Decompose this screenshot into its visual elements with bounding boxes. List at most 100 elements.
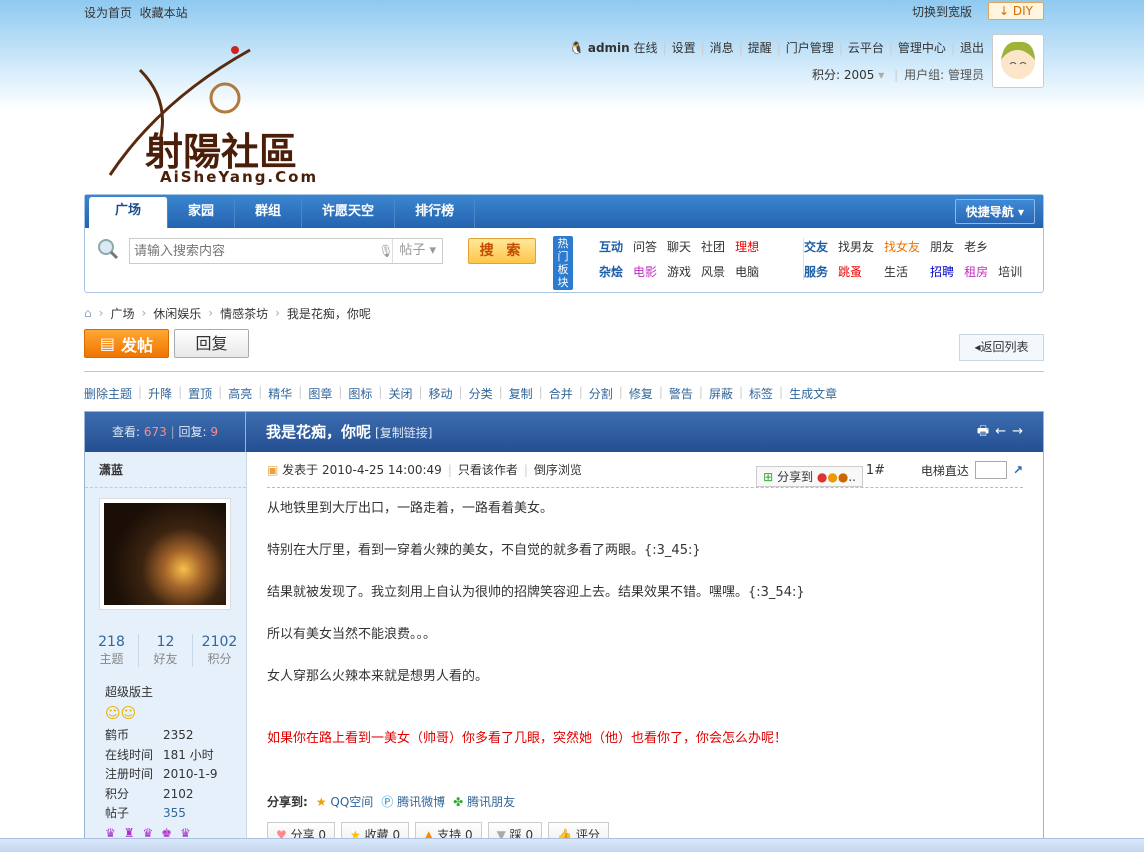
- breadcrumb-item[interactable]: 情感茶坊: [220, 305, 268, 322]
- author-group: 超级版主: [105, 685, 154, 699]
- board-link[interactable]: 风景: [701, 263, 725, 280]
- search-button[interactable]: 搜 索: [468, 238, 536, 264]
- prev-arrow-icon[interactable]: ←: [995, 424, 1012, 439]
- share-dropdown[interactable]: ⊞ 分享到 ●●●..: [756, 466, 863, 487]
- mod-tool-link[interactable]: 升降: [148, 385, 172, 402]
- tab-wishes[interactable]: 许愿天空: [302, 198, 396, 228]
- separator: |: [738, 385, 743, 399]
- search-type-select[interactable]: 帖子 ▾: [392, 239, 442, 263]
- mod-tool-link[interactable]: 分类: [469, 385, 493, 402]
- mod-tool-link[interactable]: 高亮: [228, 385, 252, 402]
- board-link[interactable]: 老乡: [964, 238, 988, 255]
- back-to-list-button[interactable]: ◂返回列表: [959, 334, 1044, 361]
- mod-tool-link[interactable]: 图标: [348, 385, 372, 402]
- stat-threads[interactable]: 218 主题: [85, 634, 139, 667]
- mod-tool-link[interactable]: 精华: [268, 385, 292, 402]
- reply-button[interactable]: 回复: [174, 329, 249, 358]
- points-dropdown[interactable]: 积分: 2005: [812, 68, 874, 82]
- tencent-weibo-link[interactable]: Ⓟ 腾讯微博: [381, 793, 445, 810]
- mod-tool-link[interactable]: 屏蔽: [709, 385, 733, 402]
- board-link[interactable]: 找女友: [884, 238, 920, 255]
- notices-link[interactable]: 提醒: [748, 39, 772, 56]
- mod-tool-link[interactable]: 删除主题: [84, 385, 132, 402]
- only-author-link[interactable]: 只看该作者: [458, 461, 518, 478]
- breadcrumb-current: 我是花痴，你呢: [286, 306, 371, 321]
- new-post-button[interactable]: ▤ 发帖: [84, 329, 169, 358]
- mod-tool-link[interactable]: 标签: [749, 385, 773, 402]
- stat-friends[interactable]: 12 好友: [139, 634, 193, 667]
- board-link[interactable]: 培训: [998, 263, 1022, 280]
- board-link[interactable]: 交友: [804, 238, 828, 255]
- tencent-friends-link[interactable]: ✤ 腾讯朋友: [453, 793, 515, 810]
- tab-plaza[interactable]: 广场: [89, 197, 169, 228]
- separator: |: [658, 385, 663, 399]
- separator: |: [458, 385, 463, 399]
- home-icon[interactable]: ⌂: [84, 306, 92, 320]
- go-icon[interactable]: ↗: [1013, 463, 1023, 477]
- tab-ranking[interactable]: 排行榜: [395, 198, 476, 228]
- reverse-order-link[interactable]: 倒序浏览: [534, 461, 582, 478]
- elevator-input[interactable]: [974, 461, 1007, 479]
- qzone-link[interactable]: ★ QQ空间: [316, 793, 374, 810]
- mod-tool-link[interactable]: 合并: [549, 385, 573, 402]
- username-link[interactable]: admin: [588, 41, 630, 55]
- author-sidebar: 潇蓝 218 主题 12 好友 2102 积分 超级版主 ☺☺ 鹤币 2352 在线时间…: [85, 452, 247, 852]
- board-link[interactable]: 租房: [964, 263, 988, 280]
- mod-tool-link[interactable]: 复制: [509, 385, 533, 402]
- online-status: 在线: [633, 41, 658, 55]
- board-link[interactable]: 服务: [804, 263, 828, 280]
- breadcrumb-item[interactable]: 休闲娱乐: [153, 305, 201, 322]
- settings-link[interactable]: 设置: [672, 39, 696, 56]
- stat-points[interactable]: 2102 积分: [193, 634, 246, 667]
- quick-nav-button[interactable]: 快捷导航 ▾: [954, 199, 1035, 224]
- mod-tool-link[interactable]: 警告: [669, 385, 693, 402]
- post-body: 从地铁里到大厅出口，一路走着，一路看着美女。 特别在大厅里，看到一穿着火辣的美女，…: [267, 501, 805, 746]
- mod-tool-link[interactable]: 图章: [308, 385, 332, 402]
- mod-tool-link[interactable]: 生成文章: [789, 385, 837, 402]
- board-link[interactable]: 杂烩: [599, 263, 623, 280]
- mod-tool-link[interactable]: 修复: [629, 385, 653, 402]
- board-link[interactable]: 互动: [599, 238, 623, 255]
- board-link[interactable]: 电脑: [735, 263, 759, 280]
- search-input[interactable]: [130, 243, 379, 259]
- print-icon[interactable]: 🖶: [977, 424, 995, 439]
- tab-groups[interactable]: 群组: [235, 198, 303, 228]
- mod-tool-link[interactable]: 置顶: [188, 385, 212, 402]
- mod-tool-link[interactable]: 分割: [589, 385, 613, 402]
- board-link[interactable]: 招聘: [930, 263, 954, 280]
- rank-smiley-icon: ☺☺: [105, 704, 137, 722]
- horizontal-scrollbar[interactable]: [0, 838, 1144, 852]
- board-link[interactable]: 生活: [884, 263, 920, 280]
- board-link[interactable]: 游戏: [667, 263, 691, 280]
- board-link[interactable]: 聊天: [667, 238, 691, 255]
- breadcrumb-item[interactable]: 广场: [110, 305, 134, 322]
- tab-home[interactable]: 家园: [168, 198, 236, 228]
- messages-link[interactable]: 消息: [710, 39, 734, 56]
- admin-center-link[interactable]: 管理中心: [898, 39, 946, 56]
- board-link[interactable]: 社团: [701, 238, 725, 255]
- action-row: ▤ 发帖 回复 ◂返回列表: [84, 329, 1044, 361]
- site-logo[interactable]: 射陽社區 AiSheYang.Com: [100, 40, 360, 190]
- board-link[interactable]: 电影: [633, 263, 657, 280]
- mod-tool-link[interactable]: 移动: [429, 385, 453, 402]
- author-name[interactable]: 潇蓝: [99, 463, 123, 477]
- cloud-link[interactable]: 云平台: [848, 39, 884, 56]
- copy-link[interactable]: [复制链接]: [375, 426, 432, 440]
- portal-admin-link[interactable]: 门户管理: [786, 39, 834, 56]
- thread-title: 我是花痴，你呢: [266, 423, 372, 441]
- microphone-icon[interactable]: 🎙: [378, 244, 393, 258]
- board-link[interactable]: 朋友: [930, 238, 954, 255]
- board-link[interactable]: 找男友: [838, 238, 874, 255]
- board-link[interactable]: 跳蚤: [838, 263, 874, 280]
- author-avatar[interactable]: [99, 498, 231, 610]
- board-link[interactable]: 问答: [633, 238, 657, 255]
- hot-boards-group2: 交友 找男友 找女友 朋友 老乡 服务 跳蚤 生活 招聘 租房 培训: [803, 238, 1022, 280]
- user-group: 用户组: 管理员: [904, 68, 984, 82]
- next-arrow-icon[interactable]: →: [1012, 424, 1029, 439]
- separator: |: [498, 385, 503, 399]
- board-link[interactable]: 理想: [735, 238, 759, 255]
- user-avatar[interactable]: [992, 34, 1044, 88]
- mod-tool-link[interactable]: 关闭: [388, 385, 412, 402]
- separator: |: [779, 385, 784, 399]
- logout-link[interactable]: 退出: [960, 39, 984, 56]
